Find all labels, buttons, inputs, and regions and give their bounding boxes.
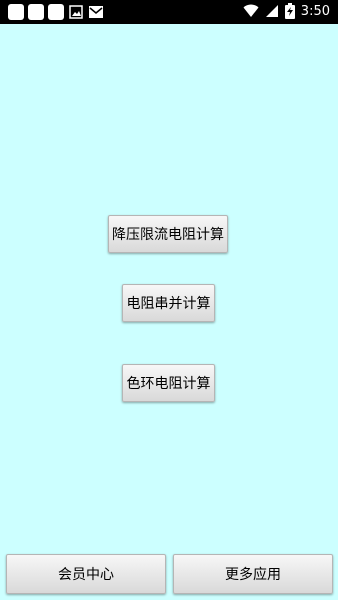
battery-charging-icon — [284, 3, 295, 19]
member-center-button[interactable]: 会员中心 — [6, 554, 166, 594]
resistor-current-limit-button[interactable]: 降压限流电阻计算 — [108, 215, 228, 253]
color-ring-resistor-button[interactable]: 色环电阻计算 — [122, 364, 215, 402]
status-bar: 3:50 — [0, 0, 338, 24]
button-label: 色环电阻计算 — [126, 376, 211, 392]
mail-icon — [88, 4, 104, 20]
button-label: 会员中心 — [58, 567, 114, 583]
status-time: 3:50 — [300, 3, 330, 19]
button-label: 更多应用 — [225, 567, 281, 583]
notification-square-icon — [48, 4, 64, 20]
resistor-series-parallel-button[interactable]: 电阻串并计算 — [122, 284, 215, 322]
more-apps-button[interactable]: 更多应用 — [173, 554, 333, 594]
status-right-icons: 3:50 — [243, 3, 330, 19]
wifi-icon — [243, 4, 259, 18]
app-body: 降压限流电阻计算 电阻串并计算 色环电阻计算 会员中心 更多应用 — [0, 24, 338, 600]
signal-icon — [265, 4, 279, 18]
button-label: 电阻串并计算 — [126, 296, 211, 312]
button-label: 降压限流电阻计算 — [112, 227, 224, 243]
notification-square-icon — [8, 4, 24, 20]
notification-square-icon — [28, 4, 44, 20]
image-icon — [68, 4, 84, 20]
status-left-icons — [8, 4, 104, 20]
